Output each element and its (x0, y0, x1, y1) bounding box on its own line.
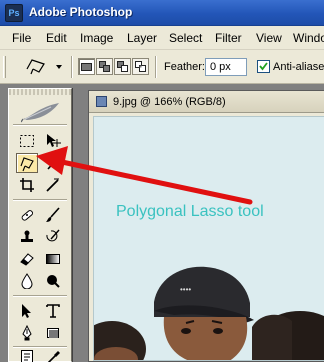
subtract-from-selection-button[interactable] (114, 58, 131, 75)
tool-slice[interactable] (43, 175, 65, 195)
history-brush-icon (46, 229, 60, 242)
toolbox-grip[interactable] (9, 89, 71, 95)
magic-wand-icon (47, 156, 59, 170)
tool-move[interactable] (43, 131, 65, 151)
tool-rectangular-marquee[interactable] (17, 131, 39, 151)
tool-type[interactable] (43, 301, 65, 321)
tool-clone-stamp[interactable] (17, 227, 39, 247)
toolbox-panel (8, 88, 72, 362)
blur-icon (21, 273, 33, 289)
eyedropper-icon (47, 351, 60, 362)
add-to-selection-button[interactable] (96, 58, 113, 75)
tool-burn[interactable] (43, 271, 65, 291)
menu-select[interactable]: Select (169, 31, 202, 45)
document-title-bar[interactable]: 9.jpg @ 166% (RGB/8) (89, 91, 324, 113)
rectangular-marquee-icon (20, 135, 34, 147)
gradient-icon (46, 254, 60, 264)
new-selection-button[interactable] (78, 58, 95, 75)
tool-history-brush[interactable] (43, 227, 65, 247)
feather-input[interactable]: 0 px (205, 58, 247, 76)
menu-edit[interactable]: Edit (46, 31, 67, 45)
photoshop-feather-icon[interactable] (21, 101, 61, 123)
menu-filter[interactable]: Filter (215, 31, 242, 45)
tool-notes[interactable] (17, 347, 39, 362)
burn-icon (47, 275, 60, 288)
tool-healing-brush[interactable] (17, 205, 39, 225)
tool-brush[interactable] (43, 205, 65, 225)
path-selection-icon (22, 304, 31, 318)
document-window[interactable]: 9.jpg @ 166% (RGB/8) •••• Polygonal Lass… (88, 90, 324, 362)
annotation-label: Polygonal Lasso tool (116, 203, 264, 220)
photoshop-app-icon: Ps (5, 4, 23, 22)
healing-brush-icon (21, 210, 34, 221)
pen-icon (22, 325, 32, 341)
eraser-icon (20, 253, 34, 266)
document-canvas[interactable]: •••• Polygonal Lasso tool (93, 116, 324, 361)
brush-icon (46, 207, 60, 222)
rectangle-shape-icon (47, 328, 59, 338)
add-to-selection-icon (99, 61, 110, 72)
crop-icon (20, 178, 34, 192)
window-title: Adobe Photoshop (29, 5, 133, 19)
tool-blur[interactable] (17, 271, 39, 291)
feather-label: Feather: (164, 61, 205, 73)
tool-polygonal-lasso[interactable] (16, 153, 38, 173)
chevron-down-icon (56, 65, 62, 69)
menu-view[interactable]: View (256, 31, 282, 45)
tool-gradient[interactable] (43, 249, 65, 269)
toolbox-separator (13, 295, 67, 297)
polygonal-lasso-icon (26, 59, 45, 75)
clone-stamp-icon (21, 230, 33, 242)
title-bar: Ps Adobe Photoshop (0, 0, 324, 26)
slice-icon (46, 178, 59, 192)
tool-eraser[interactable] (17, 249, 39, 269)
tool-path-selection[interactable] (17, 301, 39, 321)
menu-bar: File Edit Image Layer Select Filter View… (0, 26, 324, 50)
intersect-selection-icon (135, 61, 146, 72)
tool-eyedropper[interactable] (43, 347, 65, 362)
menu-window[interactable]: Windo (293, 31, 324, 45)
tool-crop[interactable] (17, 175, 39, 195)
anti-aliased-checkbox[interactable] (257, 60, 270, 73)
tool-magic-wand[interactable] (43, 153, 65, 173)
polygonal-lasso-icon (20, 157, 34, 172)
options-bar-grip[interactable] (3, 56, 6, 78)
anti-aliased-label: Anti-aliased (273, 61, 324, 73)
options-bar: Feather: 0 px Anti-aliased (0, 50, 324, 84)
options-separator (155, 56, 157, 78)
tool-shape[interactable] (43, 323, 65, 343)
photo-of-children: •••• (94, 266, 324, 360)
tool-pen[interactable] (17, 323, 39, 343)
notes-icon (21, 350, 33, 362)
options-separator (71, 56, 73, 78)
new-selection-icon (81, 63, 92, 71)
document-icon (96, 96, 107, 107)
tool-preset-picker[interactable] (20, 55, 66, 79)
menu-file[interactable]: File (12, 31, 31, 45)
move-icon (47, 134, 61, 147)
menu-image[interactable]: Image (80, 31, 113, 45)
menu-layer[interactable]: Layer (127, 31, 157, 45)
svg-text:••••: •••• (180, 285, 191, 294)
intersect-selection-button[interactable] (132, 58, 149, 75)
toolbox-separator (13, 124, 67, 126)
type-icon (46, 304, 60, 318)
document-title: 9.jpg @ 166% (RGB/8) (113, 96, 226, 108)
toolbox-separator (13, 199, 67, 201)
checkmark-icon (259, 62, 268, 71)
subtract-from-selection-icon (117, 61, 128, 72)
